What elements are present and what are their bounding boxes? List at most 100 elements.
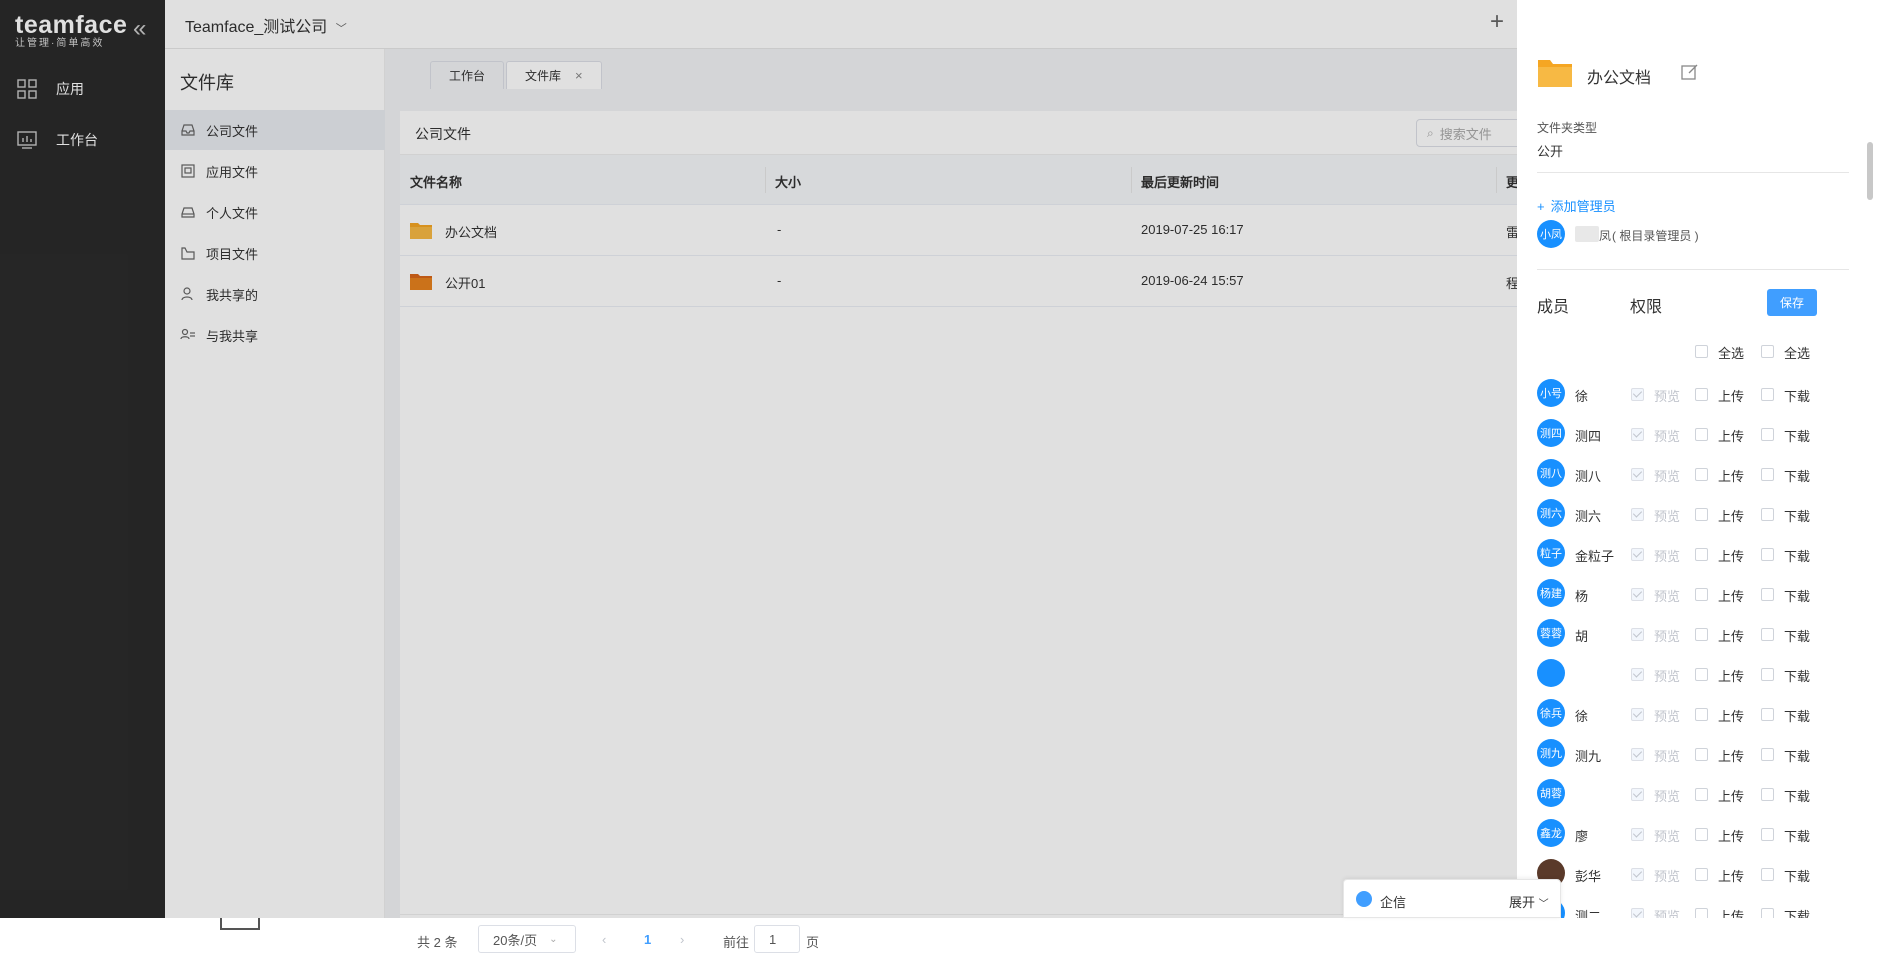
preview-checkbox[interactable] xyxy=(1631,828,1644,841)
upload-checkbox[interactable] xyxy=(1695,708,1708,721)
preview-checkbox[interactable] xyxy=(1631,748,1644,761)
download-label: 下载 xyxy=(1784,749,1811,764)
goto-page-input[interactable]: 1 xyxy=(754,925,800,953)
upload-checkbox[interactable] xyxy=(1695,868,1708,881)
sidebar-item-app-files[interactable]: 应用文件 xyxy=(165,151,385,191)
download-checkbox[interactable] xyxy=(1761,788,1774,801)
upload-label: 上传 xyxy=(1718,589,1745,604)
file-list-card: 公司文件 ⌕ 搜索文件 文件名称 大小 最后更新时间 更 办公文档 - 2019… xyxy=(400,111,1536,964)
download-checkbox[interactable] xyxy=(1761,508,1774,521)
preview-checkbox[interactable] xyxy=(1631,508,1644,521)
file-name[interactable]: 公开01 xyxy=(445,273,485,292)
download-checkbox[interactable] xyxy=(1761,828,1774,841)
permissions-label: 权限 xyxy=(1630,299,1663,316)
member-name: 金粒子 xyxy=(1575,549,1615,564)
company-switcher[interactable]: Teamface_测试公司 ﹀ xyxy=(185,13,347,37)
download-label: 下载 xyxy=(1784,469,1811,484)
column-header-updated[interactable]: 最后更新时间 xyxy=(1141,172,1219,191)
close-icon[interactable]: × xyxy=(575,68,583,83)
upload-label: 上传 xyxy=(1718,429,1745,444)
member-name: 廖 xyxy=(1575,829,1589,844)
save-button[interactable]: 保存 xyxy=(1767,289,1817,316)
page-size-select[interactable]: 20条/页 ⌄ xyxy=(478,925,576,953)
sidebar-item-label: 公司文件 xyxy=(206,123,259,139)
download-checkbox[interactable] xyxy=(1761,748,1774,761)
select-all-upload-checkbox[interactable] xyxy=(1695,345,1708,358)
avatar: 小凤 xyxy=(1537,220,1565,248)
download-checkbox[interactable] xyxy=(1761,428,1774,441)
upload-checkbox[interactable] xyxy=(1695,508,1708,521)
download-label: 下载 xyxy=(1784,549,1811,564)
upload-checkbox[interactable] xyxy=(1695,628,1708,641)
sidebar-item-shared-with-me[interactable]: 与我共享 xyxy=(165,315,385,355)
preview-label: 预览 xyxy=(1654,469,1681,484)
upload-checkbox[interactable] xyxy=(1695,908,1708,918)
table-row[interactable]: 办公文档 - 2019-07-25 16:17 雷 xyxy=(400,205,1519,256)
add-admin-button[interactable]: + 添加管理员 xyxy=(1537,196,1616,215)
download-checkbox[interactable] xyxy=(1761,468,1774,481)
upload-checkbox[interactable] xyxy=(1695,428,1708,441)
preview-checkbox[interactable] xyxy=(1631,908,1644,918)
upload-checkbox[interactable] xyxy=(1695,388,1708,401)
upload-checkbox[interactable] xyxy=(1695,668,1708,681)
add-admin-label: 添加管理员 xyxy=(1550,199,1616,214)
edit-icon[interactable] xyxy=(1680,62,1700,82)
download-checkbox[interactable] xyxy=(1761,588,1774,601)
select-all-download-checkbox[interactable] xyxy=(1761,345,1774,358)
download-checkbox[interactable] xyxy=(1761,708,1774,721)
current-page[interactable]: 1 xyxy=(644,932,651,947)
preview-checkbox[interactable] xyxy=(1631,468,1644,481)
download-checkbox[interactable] xyxy=(1761,868,1774,881)
next-page-icon[interactable]: › xyxy=(680,932,684,947)
goto-suffix: 页 xyxy=(806,935,820,950)
upload-checkbox[interactable] xyxy=(1695,788,1708,801)
table-row[interactable]: 公开01 - 2019-06-24 15:57 程 xyxy=(400,256,1519,307)
tab-workbench[interactable]: 工作台 xyxy=(430,61,505,89)
member-name: 徐 xyxy=(1575,709,1589,724)
download-checkbox[interactable] xyxy=(1761,668,1774,681)
upload-checkbox[interactable] xyxy=(1695,588,1708,601)
preview-checkbox[interactable] xyxy=(1631,668,1644,681)
scrollbar[interactable] xyxy=(1867,142,1873,200)
nav-item-apps[interactable]: 应用 xyxy=(0,69,165,109)
expand-button[interactable]: 展开 ﹀ xyxy=(1509,892,1549,911)
preview-checkbox[interactable] xyxy=(1631,388,1644,401)
collapse-nav-icon[interactable]: « xyxy=(133,16,146,42)
folder-title: 办公文档 xyxy=(1587,70,1652,87)
preview-label: 预览 xyxy=(1654,749,1681,764)
tab-file-library[interactable]: 文件库 × xyxy=(506,61,602,89)
upload-checkbox[interactable] xyxy=(1695,548,1708,561)
preview-checkbox[interactable] xyxy=(1631,788,1644,801)
file-name[interactable]: 办公文档 xyxy=(445,222,497,241)
upload-checkbox[interactable] xyxy=(1695,748,1708,761)
preview-checkbox[interactable] xyxy=(1631,428,1644,441)
plus-icon[interactable]: + xyxy=(1490,10,1504,34)
preview-checkbox[interactable] xyxy=(1631,868,1644,881)
project-folder-icon xyxy=(181,247,195,260)
upload-checkbox[interactable] xyxy=(1695,828,1708,841)
download-checkbox[interactable] xyxy=(1761,628,1774,641)
download-checkbox[interactable] xyxy=(1761,908,1774,918)
download-checkbox[interactable] xyxy=(1761,548,1774,561)
column-header-name[interactable]: 文件名称 xyxy=(410,172,462,191)
member-name: 胡 xyxy=(1575,629,1589,644)
nav-item-workbench[interactable]: 工作台 xyxy=(0,120,165,160)
preview-checkbox[interactable] xyxy=(1631,548,1644,561)
preview-checkbox[interactable] xyxy=(1631,708,1644,721)
sidebar-item-my-shared[interactable]: 我共享的 xyxy=(165,274,385,314)
download-checkbox[interactable] xyxy=(1761,388,1774,401)
preview-checkbox[interactable] xyxy=(1631,628,1644,641)
preview-checkbox[interactable] xyxy=(1631,588,1644,601)
sidebar-item-personal-files[interactable]: 个人文件 xyxy=(165,192,385,232)
sidebar-item-company-files[interactable]: 公司文件 xyxy=(165,110,385,150)
prev-page-icon[interactable]: ‹ xyxy=(602,932,606,947)
logo[interactable]: teamface 让管理·简单高效 xyxy=(15,12,127,50)
column-header-size[interactable]: 大小 xyxy=(775,172,801,191)
sidebar-item-project-files[interactable]: 项目文件 xyxy=(165,233,385,273)
download-label: 下载 xyxy=(1784,629,1811,644)
admin-note: ( 根目录管理员 ) xyxy=(1612,229,1699,243)
member-row: 鑫龙廖 预览 上传 下载 xyxy=(1517,815,1877,855)
download-label: 下载 xyxy=(1784,709,1811,724)
upload-checkbox[interactable] xyxy=(1695,468,1708,481)
chat-widget[interactable]: 企信 展开 ﹀ xyxy=(1343,879,1561,918)
